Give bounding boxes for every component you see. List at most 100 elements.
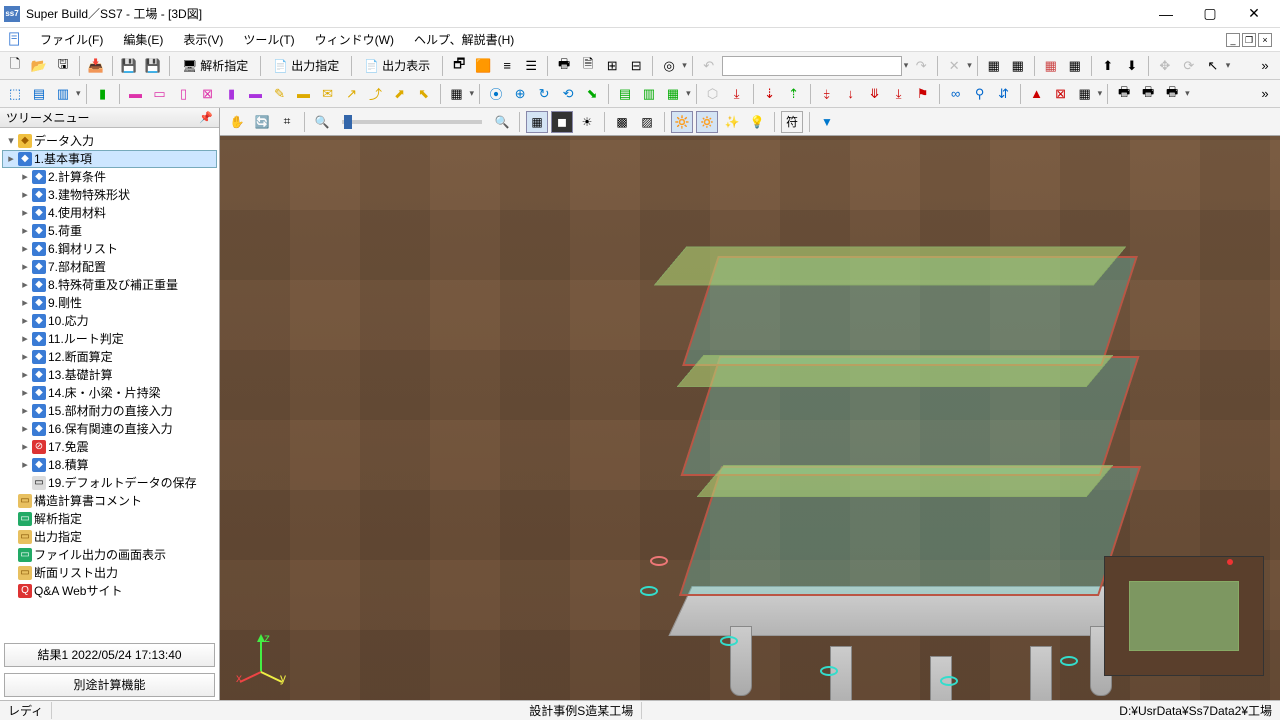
q2[interactable]: ⇡: [783, 83, 805, 105]
overflow-icon[interactable]: »: [1254, 55, 1276, 77]
extra-calc-button[interactable]: 別途計算機能: [4, 673, 215, 697]
o2[interactable]: ▥: [638, 83, 660, 105]
tb-a4[interactable]: ☰: [520, 55, 542, 77]
filter-icon[interactable]: ▼: [816, 111, 838, 133]
tree-extra-item[interactable]: ▭断面リスト出力: [2, 564, 217, 582]
menu-tool[interactable]: ツール(T): [233, 29, 304, 50]
m8[interactable]: ▬: [293, 83, 315, 105]
zoom-icon[interactable]: 🔍: [311, 111, 333, 133]
m12[interactable]: ⬈: [389, 83, 411, 105]
tb-a2[interactable]: 🟧: [472, 55, 494, 77]
n3[interactable]: ↻: [533, 83, 555, 105]
tex2-icon[interactable]: ▨: [636, 111, 658, 133]
menu-window[interactable]: ウィンドウ(W): [305, 29, 404, 50]
mdi-close[interactable]: ×: [1258, 33, 1272, 47]
print2-icon[interactable]: 🖶: [1113, 83, 1135, 105]
tb-c1[interactable]: ◎: [658, 55, 680, 77]
q1[interactable]: ⇣: [759, 83, 781, 105]
minimap[interactable]: [1104, 556, 1264, 676]
tree-item[interactable]: ▸◆12.断面算定: [2, 348, 217, 366]
mdi-min[interactable]: _: [1226, 33, 1240, 47]
viewelev-icon[interactable]: ▥: [52, 83, 74, 105]
output-spec-button[interactable]: 📄 出力指定: [266, 54, 346, 77]
light3-icon[interactable]: ✨: [721, 111, 743, 133]
mdi-max[interactable]: ❐: [1242, 33, 1256, 47]
tree-extra-item[interactable]: ▭ファイル出力の画面表示: [2, 546, 217, 564]
m6[interactable]: ▬: [245, 83, 267, 105]
r4[interactable]: ⤓: [888, 83, 910, 105]
tree-item[interactable]: ▸◆2.計算条件: [2, 168, 217, 186]
m9[interactable]: ✉: [317, 83, 339, 105]
tree-item[interactable]: ▸◆18.積算: [2, 456, 217, 474]
result-button[interactable]: 結果1 2022/05/24 17:13:40: [4, 643, 215, 667]
m13[interactable]: ⬉: [413, 83, 435, 105]
preview-icon[interactable]: 🗎: [577, 55, 599, 77]
disk2-icon[interactable]: 💾: [142, 55, 164, 77]
tree-extra-item[interactable]: ▭構造計算書コメント: [2, 492, 217, 510]
menu-view[interactable]: 表示(V): [173, 29, 233, 50]
zoom-slider[interactable]: [342, 120, 482, 124]
undo-icon[interactable]: ↶: [698, 55, 720, 77]
tree-item[interactable]: ▸◆15.部材耐力の直接入力: [2, 402, 217, 420]
m3[interactable]: ▯: [173, 83, 195, 105]
overflow2-icon[interactable]: »: [1254, 83, 1276, 105]
output-disp-button[interactable]: 📄 出力表示: [357, 54, 437, 77]
import-icon[interactable]: 📥: [85, 55, 107, 77]
warn-icon[interactable]: ▲: [1026, 83, 1048, 105]
m1[interactable]: ▬: [125, 83, 147, 105]
n4[interactable]: ⟲: [557, 83, 579, 105]
grid1-icon[interactable]: ▦: [1040, 55, 1062, 77]
up-icon[interactable]: ⬆: [1097, 55, 1119, 77]
hand-icon[interactable]: ✋: [226, 111, 248, 133]
viewplan-icon[interactable]: ▤: [28, 83, 50, 105]
orbit-icon[interactable]: 🔄: [251, 111, 273, 133]
t2[interactable]: ▦: [1074, 83, 1096, 105]
view3d-icon[interactable]: ⬚: [4, 83, 26, 105]
p2[interactable]: ⤓: [726, 83, 748, 105]
crop-icon[interactable]: ⌗: [276, 111, 298, 133]
tree-item[interactable]: ▭19.デフォルトデータの保存: [2, 474, 217, 492]
shade-icon[interactable]: ◼: [551, 111, 573, 133]
new-icon[interactable]: 🗋: [4, 55, 26, 77]
tree[interactable]: ▾◆ データ入力 ▸◆1.基本事項▸◆2.計算条件▸◆3.建物特殊形状▸◆4.使…: [0, 128, 219, 640]
r1[interactable]: ⤈: [816, 83, 838, 105]
save-icon[interactable]: 🖫: [52, 55, 74, 77]
o3[interactable]: ▦: [662, 83, 684, 105]
tex1-icon[interactable]: ▩: [611, 111, 633, 133]
minimize-button[interactable]: —: [1144, 1, 1188, 27]
tree-item[interactable]: ▸◆8.特殊荷重及び補正重量: [2, 276, 217, 294]
grid2-icon[interactable]: ▦: [1064, 55, 1086, 77]
p1[interactable]: ⬡: [702, 83, 724, 105]
tree-item[interactable]: ▸◆1.基本事項: [2, 150, 217, 168]
s2[interactable]: ⇵: [993, 83, 1015, 105]
close-button[interactable]: ✕: [1232, 1, 1276, 27]
delete-icon[interactable]: ✕: [943, 55, 965, 77]
menu-help[interactable]: ヘルプ、解説書(H): [404, 29, 524, 50]
tree-item[interactable]: ▸◆4.使用材料: [2, 204, 217, 222]
m7[interactable]: ✎: [269, 83, 291, 105]
tree-root[interactable]: ▾◆ データ入力: [2, 132, 217, 150]
tree-extra-item[interactable]: ▭解析指定: [2, 510, 217, 528]
tb-d1[interactable]: ▦: [983, 55, 1005, 77]
wire-icon[interactable]: ☀: [576, 111, 598, 133]
n5[interactable]: ⬊: [581, 83, 603, 105]
maximize-button[interactable]: ▢: [1188, 1, 1232, 27]
tree-extra-item[interactable]: ▭出力指定: [2, 528, 217, 546]
print-icon[interactable]: 🖶: [553, 55, 575, 77]
m2[interactable]: ▭: [149, 83, 171, 105]
tree-extra-item[interactable]: QQ&A Webサイト: [2, 582, 217, 600]
light2-icon[interactable]: 🔅: [696, 111, 718, 133]
n1[interactable]: ⦿: [485, 83, 507, 105]
analysis-button[interactable]: 🖥 解析指定: [175, 54, 255, 77]
move-icon[interactable]: ✥: [1154, 55, 1176, 77]
persp-icon[interactable]: ▦: [526, 111, 548, 133]
u2[interactable]: 🖶: [1161, 83, 1183, 105]
tree-item[interactable]: ▸◆9.剛性: [2, 294, 217, 312]
tree-item[interactable]: ▸◆7.部材配置: [2, 258, 217, 276]
tree-item[interactable]: ▸◆6.鋼材リスト: [2, 240, 217, 258]
light1-icon[interactable]: 🔆: [671, 111, 693, 133]
s1[interactable]: ⚲: [969, 83, 991, 105]
menu-file[interactable]: ファイル(F): [30, 29, 113, 50]
m4[interactable]: ⊠: [197, 83, 219, 105]
m11[interactable]: ⤴: [365, 83, 387, 105]
